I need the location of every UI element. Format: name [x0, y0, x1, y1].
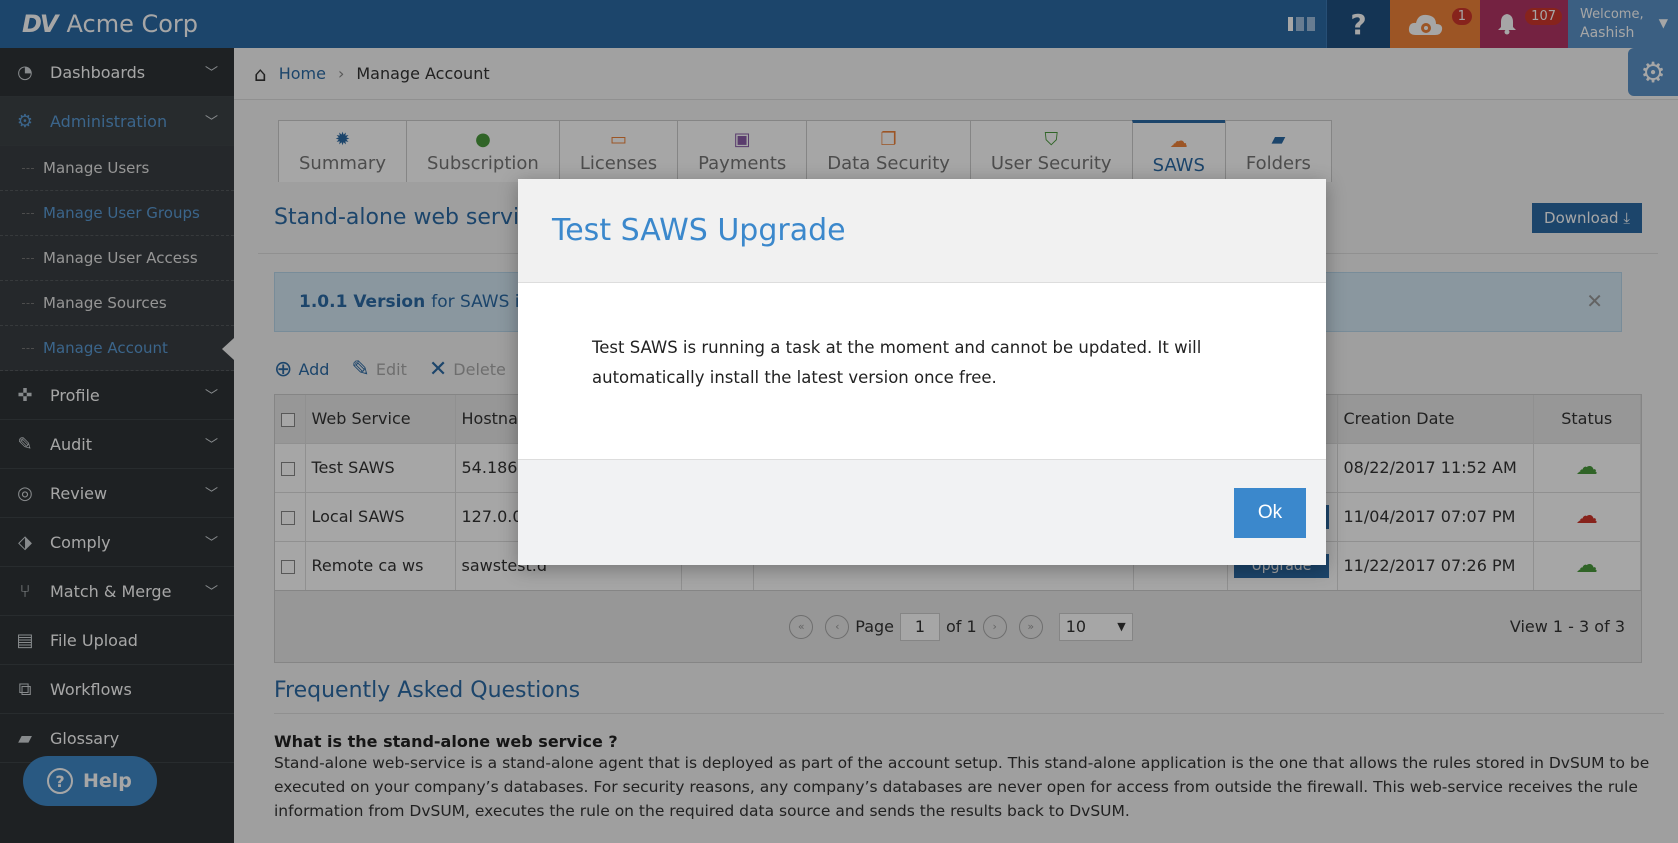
dialog-message: Test SAWS is running a task at the momen…: [592, 338, 1202, 387]
dialog-footer: Ok: [518, 459, 1326, 565]
dialog-header: Test SAWS Upgrade: [518, 179, 1326, 283]
saws-upgrade-dialog: Test SAWS Upgrade Test SAWS is running a…: [518, 179, 1326, 565]
ok-button[interactable]: Ok: [1234, 488, 1306, 538]
dialog-title: Test SAWS Upgrade: [552, 213, 846, 248]
